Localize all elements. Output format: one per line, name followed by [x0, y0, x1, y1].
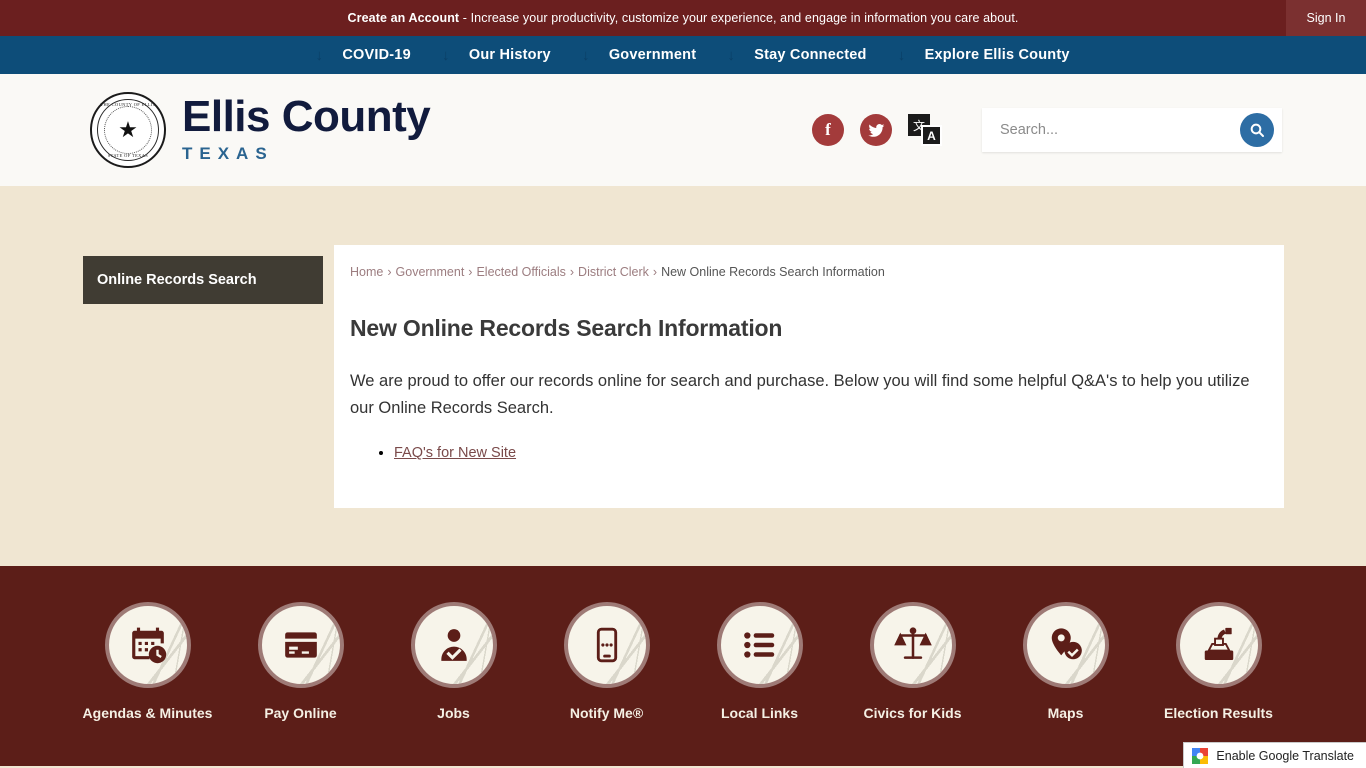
chevron-down-icon: ↓ [727, 46, 736, 64]
quick-link-label: Jobs [437, 705, 470, 721]
translate-glyph-target: A [921, 125, 942, 146]
chevron-down-icon: ↓ [315, 46, 324, 64]
quick-link-label: Maps [1047, 705, 1084, 721]
breadcrumb: Home › Government › Elected Officials › Distri… [350, 261, 1254, 279]
breadcrumb-separator: › [468, 265, 473, 279]
chevron-down-icon: ↓ [897, 46, 906, 64]
create-account-message[interactable]: Create an Account - Increase your produc… [348, 11, 1019, 25]
nav-label: Explore Ellis County [924, 47, 1070, 63]
seal-bottom-text: STATE OF TEXAS [107, 153, 149, 158]
nav-label: COVID-19 [342, 47, 411, 63]
main-content-panel: Home › Government › Elected Officials › Distri… [334, 245, 1284, 508]
quick-link-pay-online[interactable]: Pay Online [224, 602, 377, 724]
quick-link-agendas-minutes[interactable]: Agendas & Minutes [71, 602, 224, 724]
scales-icon [869, 602, 956, 688]
credit-card-glyph [284, 632, 317, 658]
person-check-icon [410, 602, 497, 688]
nav-item-covid-19[interactable]: ↓ COVID-19 [290, 47, 416, 63]
list-item: FAQ's for New Site [394, 442, 1254, 465]
quick-link-election-results[interactable]: Election Results [1142, 602, 1295, 724]
page-sidebar: Online Records Search [83, 256, 323, 304]
brand-subtitle: TEXAS [182, 143, 274, 163]
seal-top-text: THE COUNTY OF ELLIS [100, 102, 156, 107]
person-check-glyph [440, 629, 467, 661]
search-input[interactable] [1000, 122, 1240, 138]
top-alert-bar: Create an Account - Increase your produc… [0, 0, 1366, 36]
sign-in-button[interactable]: Sign In [1286, 0, 1366, 36]
map-pin-check-icon [1022, 602, 1109, 688]
breadcrumb-link-home[interactable]: Home [350, 265, 383, 279]
chevron-down-icon: ↓ [441, 46, 450, 64]
breadcrumb-link-government[interactable]: Government [396, 265, 465, 279]
quick-link-label: Civics for Kids [863, 705, 962, 721]
quick-link-label: Election Results [1164, 705, 1273, 721]
nav-label: Government [608, 47, 697, 63]
nav-item-stay-connected[interactable]: ↓ Stay Connected [702, 47, 872, 63]
breadcrumb-link-district-clerk[interactable]: District Clerk [578, 265, 649, 279]
nav-label: Our History [468, 47, 551, 63]
header-utilities: f 文 A [812, 108, 1282, 152]
quick-link-local-links[interactable]: Local Links [683, 602, 836, 724]
search-box [982, 108, 1282, 152]
brand-name: Ellis County [182, 92, 431, 142]
quick-link-label: Local Links [720, 705, 799, 721]
nav-item-explore-ellis-county[interactable]: ↓ Explore Ellis County [873, 47, 1076, 63]
create-account-description: - Increase your productivity, customize … [459, 11, 1019, 25]
quick-link-label: Pay Online [264, 705, 337, 721]
mobile-phone-glyph [596, 627, 617, 663]
nav-label: Stay Connected [754, 47, 867, 63]
footer-quick-links: Agendas & Minutes Pay Online Jobs Notify… [0, 566, 1366, 766]
nav-item-our-history[interactable]: ↓ Our History [417, 47, 557, 63]
map-pin-check-glyph [1051, 628, 1082, 660]
page-body: Online Records Search Home › Government › El… [0, 186, 1366, 566]
breadcrumb-link-elected-officials[interactable]: Elected Officials [476, 265, 565, 279]
calendar-clock-glyph [131, 627, 166, 664]
translate-widget-label: Enable Google Translate [1216, 748, 1354, 763]
search-icon [1250, 123, 1264, 137]
twitter-bird-glyph [867, 123, 884, 137]
bullet-list-icon [716, 602, 803, 688]
calendar-clock-icon [104, 602, 191, 688]
quick-link-civics-for-kids[interactable]: Civics for Kids [836, 602, 989, 724]
search-button[interactable] [1240, 113, 1274, 147]
link-faqs-for-new-site[interactable]: FAQ's for New Site [394, 445, 516, 461]
seal-star-icon: ★ [118, 117, 138, 142]
intro-paragraph: We are proud to offer our records online… [350, 372, 1250, 418]
facebook-icon[interactable]: f [812, 114, 844, 146]
site-logo[interactable]: THE COUNTY OF ELLIS ★ STATE OF TEXAS Ell… [90, 92, 431, 168]
main-navigation: ↓ COVID-19 ↓ Our History ↓ Government ↓ … [0, 36, 1366, 74]
google-g-icon [1192, 747, 1209, 764]
nav-item-government[interactable]: ↓ Government [557, 47, 702, 63]
breadcrumb-separator: › [569, 265, 575, 279]
brand-text: Ellis County TEXAS [182, 92, 431, 164]
create-account-link[interactable]: Create an Account [348, 11, 460, 25]
ballot-box-glyph [1204, 627, 1233, 661]
credit-card-icon [257, 602, 344, 688]
breadcrumb-current-page: New Online Records Search Information [661, 265, 885, 279]
enable-google-translate-button[interactable]: Enable Google Translate [1183, 742, 1366, 768]
quick-link-label: Notify Me® [569, 705, 644, 721]
google-translate-icon[interactable]: 文 A [908, 114, 942, 146]
county-seal-icon: THE COUNTY OF ELLIS ★ STATE OF TEXAS [90, 92, 166, 168]
quick-link-label: Agendas & Minutes [82, 705, 213, 721]
quick-link-maps[interactable]: Maps [989, 602, 1142, 724]
sidebar-item-online-records-search[interactable]: Online Records Search [83, 256, 323, 304]
breadcrumb-separator: › [387, 265, 392, 279]
google-g-glyph [1192, 747, 1209, 764]
page-title: New Online Records Search Information [350, 315, 783, 341]
bullet-list-glyph [743, 632, 774, 658]
quick-link-jobs[interactable]: Jobs [377, 602, 530, 724]
chevron-down-icon: ↓ [581, 46, 590, 64]
scales-glyph [893, 627, 932, 659]
site-header: THE COUNTY OF ELLIS ★ STATE OF TEXAS Ell… [0, 74, 1366, 186]
twitter-icon[interactable] [860, 114, 892, 146]
ballot-box-icon [1175, 602, 1262, 688]
mobile-phone-icon [563, 602, 650, 688]
quick-link-notify-me[interactable]: Notify Me® [530, 602, 683, 724]
related-links-list: FAQ's for New Site [350, 442, 1254, 465]
breadcrumb-separator: › [652, 265, 658, 279]
